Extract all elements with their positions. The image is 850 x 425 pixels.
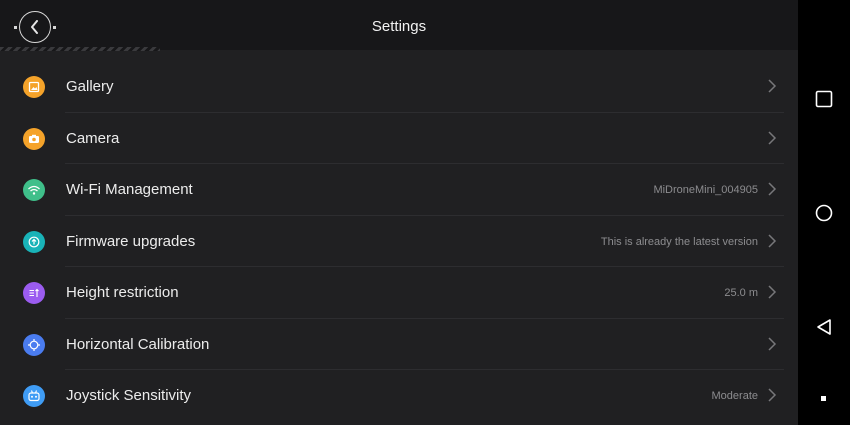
settings-list: Gallery Camera Wi-Fi Management MiDroneM…: [0, 61, 798, 422]
joystick-sensitivity-value: Moderate: [711, 390, 758, 402]
home-button[interactable]: [812, 201, 836, 225]
page-title: Settings: [371, 18, 427, 35]
indicator-dot: [821, 396, 826, 401]
settings-row-wifi[interactable]: Wi-Fi Management MiDroneMini_004905: [0, 164, 798, 216]
settings-screen: Settings Gallery Camera Wi-Fi Management: [0, 0, 798, 425]
home-icon: [815, 204, 833, 222]
row-label: Joystick Sensitivity: [66, 387, 192, 404]
chevron-right-icon: [768, 285, 777, 299]
settings-row-firmware[interactable]: Firmware upgrades This is already the la…: [0, 216, 798, 268]
upgrade-icon: [23, 230, 45, 253]
recents-button[interactable]: [812, 87, 836, 111]
gallery-icon: [23, 76, 45, 98]
chevron-right-icon: [768, 79, 777, 93]
camera-icon: [23, 127, 45, 150]
height-limit-value: 25.0 m: [724, 287, 758, 299]
chevron-right-icon: [768, 182, 777, 196]
recents-icon: [815, 90, 833, 108]
row-label: Height restriction: [66, 284, 179, 301]
chevron-right-icon: [768, 336, 777, 351]
firmware-status: This is already the latest version: [600, 235, 758, 248]
row-label: Firmware upgrades: [66, 232, 196, 250]
header-bar: Settings: [0, 0, 798, 51]
wifi-network-name: MiDroneMini_004905: [653, 184, 758, 196]
joystick-icon: [23, 385, 45, 407]
calibration-icon: [23, 333, 45, 356]
settings-row-joystick[interactable]: Joystick Sensitivity Moderate: [0, 370, 798, 422]
settings-row-gallery[interactable]: Gallery: [0, 61, 798, 113]
settings-row-height[interactable]: Height restriction 25.0 m: [0, 267, 798, 319]
header-accent-stripe: [0, 47, 160, 51]
row-label: Camera: [66, 129, 120, 147]
wifi-icon: [23, 179, 45, 201]
row-label: Horizontal Calibration: [66, 335, 210, 353]
chevron-right-icon: [768, 388, 777, 402]
row-label: Gallery: [66, 78, 114, 95]
system-navigation-bar: [798, 0, 850, 425]
chevron-right-icon: [768, 130, 777, 145]
back-nav-button[interactable]: [812, 315, 836, 339]
settings-row-calibration[interactable]: Horizontal Calibration: [0, 319, 798, 371]
settings-row-camera[interactable]: Camera: [0, 113, 798, 165]
chevron-right-icon: [768, 233, 777, 248]
row-label: Wi-Fi Management: [66, 181, 193, 198]
height-icon: [23, 282, 45, 304]
back-icon: [817, 319, 831, 335]
